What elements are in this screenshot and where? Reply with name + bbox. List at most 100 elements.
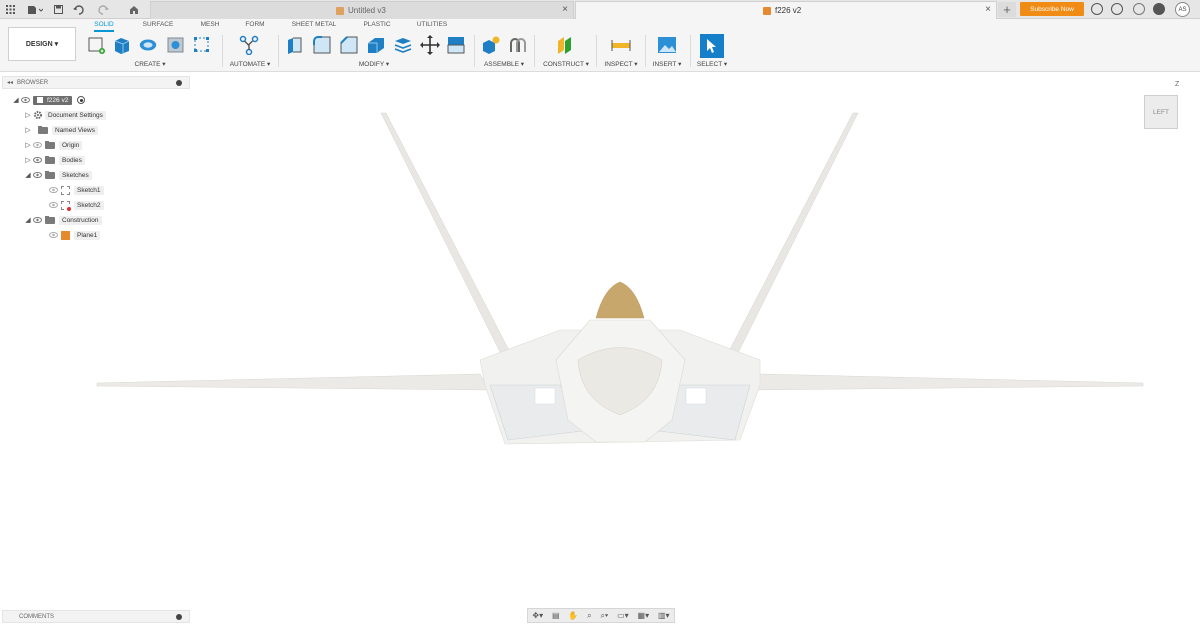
collapse-panel-icon[interactable]: ◂◂ bbox=[7, 79, 13, 86]
folder-icon bbox=[45, 215, 55, 224]
group-inspect[interactable]: INSPECT ▾ bbox=[601, 60, 641, 68]
shell-icon[interactable] bbox=[366, 35, 386, 55]
tab-sheet-metal[interactable]: SHEET METAL bbox=[290, 21, 338, 28]
save-icon[interactable] bbox=[52, 3, 64, 16]
pattern-icon[interactable] bbox=[192, 35, 212, 55]
fillet-icon[interactable] bbox=[312, 35, 332, 55]
extrude-box-icon[interactable] bbox=[112, 35, 132, 55]
tree-item-document-settings[interactable]: ▷ Document Settings bbox=[24, 109, 106, 121]
combine-icon[interactable] bbox=[393, 35, 413, 55]
browser-panel-header[interactable]: ◂◂ BROWSER bbox=[2, 76, 190, 89]
collapse-triangle-icon[interactable]: ◢ bbox=[24, 214, 32, 226]
eye-visibility-icon[interactable] bbox=[32, 169, 43, 181]
viewcube[interactable]: LEFT bbox=[1144, 95, 1178, 129]
move-copy-icon[interactable] bbox=[420, 35, 440, 55]
viewports-icon[interactable]: ▥▾ bbox=[658, 611, 670, 620]
group-create[interactable]: CREATE ▾ bbox=[128, 60, 172, 68]
expand-triangle-icon[interactable]: ▷ bbox=[24, 154, 32, 166]
display-settings-icon[interactable]: ▭▾ bbox=[617, 611, 629, 620]
grid-apps-icon[interactable] bbox=[4, 3, 16, 16]
undo-icon[interactable] bbox=[72, 3, 90, 16]
workspace-switcher-button[interactable]: DESIGN ▾ bbox=[8, 27, 76, 61]
document-tab-label: f226 v2 bbox=[775, 6, 802, 15]
chamfer-icon[interactable] bbox=[339, 35, 359, 55]
look-at-icon[interactable]: ▤ bbox=[552, 611, 560, 620]
tree-root[interactable]: ◢ f226 v2 bbox=[12, 94, 86, 106]
tree-item-bodies[interactable]: ▷ Bodies bbox=[24, 154, 85, 166]
comments-add-icon[interactable] bbox=[176, 614, 182, 620]
expand-triangle-icon[interactable]: ◢ bbox=[12, 94, 20, 106]
press-pull-icon[interactable] bbox=[285, 35, 305, 55]
tree-item-origin[interactable]: ▷ Origin bbox=[24, 139, 83, 151]
right-intake-opening bbox=[685, 387, 707, 405]
new-tab-plus-icon[interactable]: + bbox=[998, 2, 1016, 17]
comments-panel[interactable]: COMMENTS bbox=[2, 610, 190, 623]
redo-icon[interactable] bbox=[96, 3, 114, 16]
panel-pin-icon[interactable] bbox=[176, 80, 182, 86]
grid-settings-icon[interactable]: ▦▾ bbox=[638, 611, 650, 620]
hole-icon[interactable] bbox=[166, 35, 186, 55]
joint-icon[interactable] bbox=[508, 35, 528, 55]
tab-utilities[interactable]: UTILITIES bbox=[415, 21, 449, 28]
eye-visibility-icon[interactable] bbox=[48, 229, 59, 241]
tree-item-sketch2[interactable]: Sketch2 bbox=[48, 199, 104, 211]
group-divider bbox=[474, 35, 475, 67]
expand-triangle-icon[interactable]: ▷ bbox=[24, 124, 32, 136]
tree-item-sketches[interactable]: ◢ Sketches bbox=[24, 169, 92, 181]
group-create-label: CREATE bbox=[134, 61, 161, 68]
design-file-icon bbox=[763, 6, 771, 15]
group-assemble[interactable]: ASSEMBLE ▾ bbox=[481, 60, 527, 68]
zoom-window-icon[interactable]: ⌕ bbox=[587, 611, 591, 621]
eye-visibility-icon[interactable] bbox=[20, 94, 31, 106]
revolve-icon[interactable] bbox=[138, 35, 158, 55]
tab-plastic[interactable]: PLASTIC bbox=[361, 21, 393, 28]
align-icon[interactable] bbox=[446, 35, 466, 55]
group-select[interactable]: SELECT ▾ bbox=[694, 60, 730, 68]
eye-visibility-icon[interactable] bbox=[32, 154, 43, 166]
select-icon[interactable] bbox=[700, 34, 724, 58]
file-menu-icon[interactable] bbox=[26, 3, 44, 16]
create-sketch-icon[interactable] bbox=[86, 35, 106, 55]
right-tail-fin bbox=[726, 112, 859, 358]
notifications-icon[interactable] bbox=[1133, 3, 1145, 15]
tree-item-sketch1[interactable]: Sketch1 bbox=[48, 184, 104, 196]
expand-triangle-icon[interactable]: ▷ bbox=[24, 109, 32, 121]
extensions-icon[interactable] bbox=[1091, 3, 1103, 15]
new-component-icon[interactable] bbox=[481, 35, 501, 55]
close-tab-icon[interactable]: × bbox=[985, 4, 991, 15]
group-modify[interactable]: MODIFY ▾ bbox=[352, 60, 396, 68]
close-tab-icon[interactable]: × bbox=[562, 4, 568, 15]
measure-icon[interactable] bbox=[611, 35, 631, 55]
tree-item-plane1[interactable]: Plane1 bbox=[48, 229, 101, 241]
tree-item-named-views[interactable]: ▷ Named Views bbox=[24, 124, 98, 136]
tab-form[interactable]: FORM bbox=[244, 21, 266, 28]
eye-visibility-icon[interactable] bbox=[48, 184, 59, 196]
job-status-icon[interactable] bbox=[1111, 3, 1123, 15]
group-insert[interactable]: INSERT ▾ bbox=[648, 60, 686, 68]
collapse-triangle-icon[interactable]: ◢ bbox=[24, 169, 32, 181]
tab-solid[interactable]: SOLID bbox=[94, 21, 114, 32]
subscribe-button[interactable]: Subscribe Now bbox=[1020, 2, 1084, 16]
pan-hand-icon[interactable]: ✋ bbox=[568, 611, 578, 620]
orbit-icon[interactable]: ✥▾ bbox=[532, 611, 543, 620]
eye-visibility-icon[interactable] bbox=[32, 139, 43, 151]
home-icon[interactable] bbox=[127, 3, 141, 16]
user-avatar[interactable]: AS bbox=[1175, 2, 1190, 17]
insert-image-icon[interactable] bbox=[657, 35, 677, 55]
document-tab-f226[interactable]: f226 v2 × bbox=[575, 1, 997, 19]
tab-mesh[interactable]: MESH bbox=[199, 21, 221, 28]
offset-plane-icon[interactable] bbox=[556, 35, 576, 55]
model-viewport[interactable] bbox=[0, 73, 1200, 623]
document-tab-untitled[interactable]: Untitled v3 × bbox=[150, 1, 574, 19]
group-automate[interactable]: AUTOMATE ▾ bbox=[226, 60, 274, 68]
fit-zoom-icon[interactable]: ⌕▾ bbox=[600, 611, 608, 621]
eye-visibility-icon[interactable] bbox=[32, 214, 43, 226]
group-construct[interactable]: CONSTRUCT ▾ bbox=[540, 60, 592, 68]
expand-triangle-icon[interactable]: ▷ bbox=[24, 139, 32, 151]
tab-surface[interactable]: SURFACE bbox=[140, 21, 176, 28]
activate-radio-icon[interactable] bbox=[77, 96, 86, 104]
help-icon[interactable] bbox=[1153, 3, 1165, 15]
automate-icon[interactable] bbox=[239, 35, 259, 55]
eye-visibility-icon[interactable] bbox=[48, 199, 59, 211]
tree-item-construction[interactable]: ◢ Construction bbox=[24, 214, 102, 226]
